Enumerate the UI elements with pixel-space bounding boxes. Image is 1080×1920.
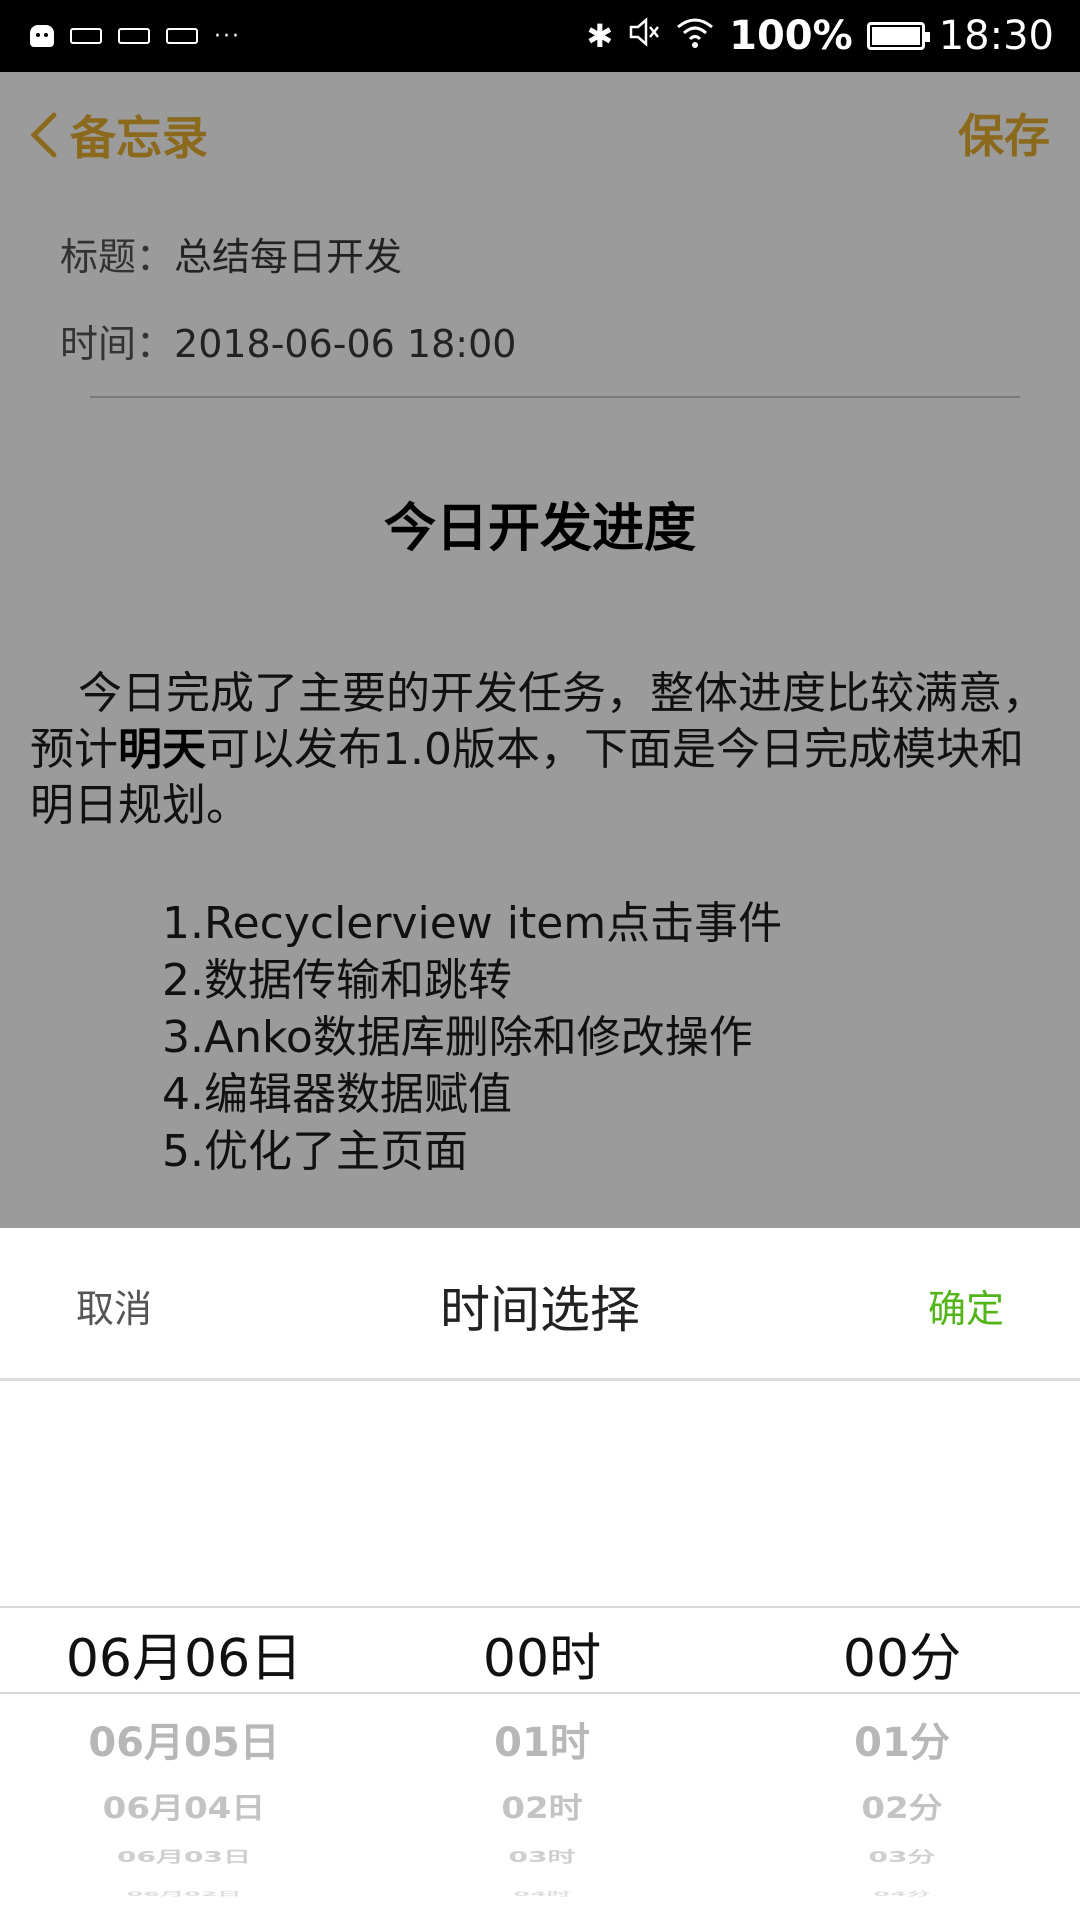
chevron-left-icon: [30, 112, 57, 158]
save-button[interactable]: 保存: [958, 100, 1050, 166]
back-label: 备忘录: [70, 111, 208, 165]
bluetooth-icon: ✱: [586, 17, 614, 55]
more-notifications-icon: ···: [214, 23, 241, 49]
list-item: 3.Anko数据库删除和修改操作: [162, 1012, 753, 1063]
wheel-item[interactable]: 01分: [722, 1710, 1080, 1768]
title-label: 标题：: [60, 235, 175, 279]
status-bar: ··· ✱ 100% 18:30: [0, 0, 1080, 72]
wheel-item[interactable]: 03时: [362, 1845, 722, 1867]
wheel-item[interactable]: 02分: [722, 1785, 1080, 1827]
wheel-item[interactable]: 01时: [362, 1710, 722, 1768]
paragraph-bold-text: 明天: [118, 724, 206, 775]
note-list[interactable]: 1.Recyclerview item点击事件 2.数据传输和跳转 3.Anko…: [162, 895, 782, 1180]
list-item: 5.优化了主页面: [162, 1126, 468, 1177]
wheel-item[interactable]: 06月04日: [4, 1785, 364, 1827]
note-paragraph[interactable]: 今日完成了主要的开发任务，整体进度比较满意，预计明天可以发布1.0版本，下面是今…: [30, 666, 1050, 834]
wheel-item[interactable]: 04分: [722, 1889, 1080, 1898]
list-item: 1.Recyclerview item点击事件: [162, 898, 783, 949]
wheel-item-selected[interactable]: 06月06日: [4, 1616, 364, 1691]
back-button[interactable]: 备忘录: [24, 102, 208, 168]
wheel-item[interactable]: 06月03日: [4, 1845, 364, 1867]
clock: 18:30: [938, 13, 1054, 59]
mute-icon: [627, 15, 661, 57]
battery-icon: [866, 22, 930, 50]
android-icon: [30, 25, 54, 47]
title-value[interactable]: 总结每日开发: [174, 235, 402, 279]
wheel-item[interactable]: 04时: [362, 1889, 722, 1898]
app-notification-icon: [118, 28, 150, 44]
time-picker-sheet: 取消 时间选择 确定 06月06日 06月05日 06月04日 06月03日 0…: [0, 1228, 1080, 1920]
app-notification-icon: [166, 28, 198, 44]
wheel-item[interactable]: 06月02日: [4, 1889, 364, 1898]
battery-percent: 100%: [729, 13, 853, 59]
wheel-item[interactable]: 02时: [362, 1785, 722, 1827]
hour-wheel[interactable]: 00时 01时 02时 03时 04时: [362, 1228, 722, 1920]
wheel-item-selected[interactable]: 00时: [362, 1616, 722, 1691]
date-wheel[interactable]: 06月06日 06月05日 06月04日 06月03日 06月02日: [4, 1228, 364, 1920]
wifi-icon: [675, 15, 715, 57]
wheel-item[interactable]: 06月05日: [4, 1710, 364, 1768]
app-notification-icon: [70, 28, 102, 44]
wheel-item[interactable]: 03分: [722, 1845, 1080, 1867]
wheel-item-selected[interactable]: 00分: [722, 1616, 1080, 1691]
time-label: 时间：: [60, 322, 175, 366]
time-row[interactable]: 时间：2018-06-06 18:00: [60, 313, 516, 368]
app-header: 备忘录 保存: [0, 72, 1080, 192]
minute-wheel[interactable]: 00分 01分 02分 03分 04分: [722, 1228, 1080, 1920]
list-item: 4.编辑器数据赋值: [162, 1069, 512, 1120]
divider: [90, 396, 1020, 398]
list-item: 2.数据传输和跳转: [162, 955, 512, 1006]
title-row[interactable]: 标题：总结每日开发: [60, 226, 402, 281]
note-heading[interactable]: 今日开发进度: [0, 486, 1080, 561]
time-value[interactable]: 2018-06-06 18:00: [174, 322, 516, 366]
